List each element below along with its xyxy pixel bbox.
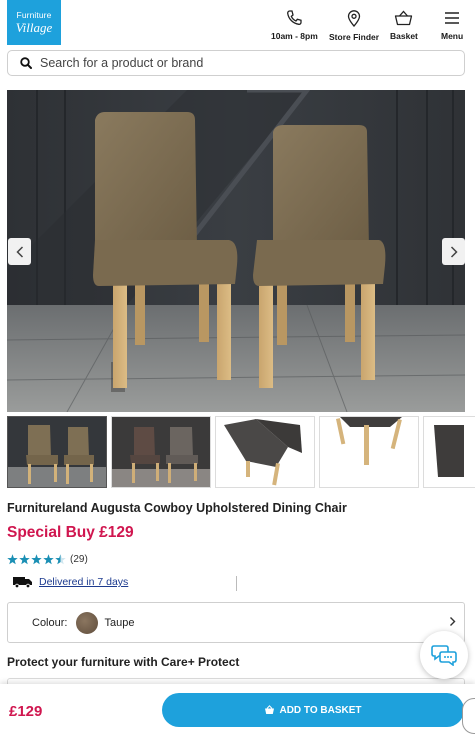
hamburger-menu-icon: [445, 12, 460, 24]
chevron-right-icon: [450, 617, 456, 626]
star-2: [19, 554, 30, 565]
dining-chairs-photo: [7, 90, 465, 412]
stars-icon: [7, 554, 66, 565]
thumbnail-image: [320, 417, 418, 487]
chat-bubbles-icon: [431, 645, 457, 666]
star-1: [7, 554, 18, 565]
colour-swatch: [76, 611, 99, 634]
review-count: (29): [70, 554, 88, 565]
opening-hours-link[interactable]: 10am - 8pm: [271, 10, 318, 41]
basket-icon: [265, 705, 275, 714]
side-panel-tab[interactable]: [462, 698, 475, 734]
product-main-image[interactable]: [7, 90, 465, 412]
search-input[interactable]: [40, 56, 440, 70]
special-price: Special Buy £129: [7, 524, 134, 541]
star-rating[interactable]: (29): [7, 554, 88, 565]
thumbnail-image: [8, 417, 106, 487]
thumbnail-3[interactable]: [215, 416, 315, 488]
delivery-truck-icon: [13, 577, 32, 588]
location-pin-icon: [347, 10, 361, 27]
thumbnail-5[interactable]: [423, 416, 475, 488]
add-to-basket-label: ADD TO BASKET: [279, 704, 362, 716]
colour-value: Taupe: [104, 616, 135, 629]
search-icon: [20, 57, 32, 69]
thumbnail-4[interactable]: [319, 416, 419, 488]
opening-hours-label: 10am - 8pm: [271, 31, 318, 41]
thumbnail-image: [424, 417, 475, 487]
colour-label: Colour:: [32, 616, 68, 629]
chevron-right-icon: [450, 245, 458, 258]
product-title: Furnitureland Augusta Cowboy Upholstered…: [7, 501, 347, 515]
thumbnail-2[interactable]: [111, 416, 211, 488]
thumbnail-image: [216, 417, 314, 487]
gallery-thumbnails: [7, 416, 475, 488]
site-header: Furniture Village 10am - 8pm Store Finde…: [0, 0, 475, 46]
star-4: [43, 554, 54, 565]
logo-text-line2: Village: [15, 19, 53, 35]
chevron-left-icon: [15, 245, 23, 258]
care-protect-heading: Protect your furniture with Care+ Protec…: [7, 655, 240, 669]
thumbnail-image: [112, 417, 210, 487]
basket-icon: [395, 10, 413, 26]
thumbnail-1[interactable]: [7, 416, 107, 488]
gallery-next-button[interactable]: [442, 238, 465, 265]
delivery-info: Delivered in 7 days: [13, 576, 128, 588]
basket-link[interactable]: Basket: [390, 10, 418, 41]
menu-label: Menu: [441, 31, 464, 41]
sticky-purchase-bar: £129 ADD TO BASKET: [0, 684, 475, 748]
store-finder-label: Store Finder: [329, 32, 380, 42]
delivery-link[interactable]: Delivered in 7 days: [39, 576, 128, 588]
store-finder-link[interactable]: Store Finder: [329, 10, 379, 42]
furniture-village-logo[interactable]: Furniture Village: [7, 0, 61, 45]
colour-selector[interactable]: Colour: Taupe: [7, 602, 465, 643]
add-to-basket-button[interactable]: ADD TO BASKET: [162, 693, 464, 727]
gallery-prev-button[interactable]: [8, 238, 31, 265]
star-3: [31, 554, 42, 565]
basket-label: Basket: [390, 31, 418, 41]
chat-button[interactable]: [420, 631, 468, 679]
sticky-price: £129: [9, 703, 43, 720]
logo-text-line1: Furniture: [16, 10, 52, 21]
star-5: [55, 554, 66, 565]
divider: [236, 576, 237, 591]
search-bar[interactable]: [7, 50, 465, 76]
menu-button[interactable]: Menu: [441, 10, 463, 41]
phone-icon: [287, 10, 303, 25]
